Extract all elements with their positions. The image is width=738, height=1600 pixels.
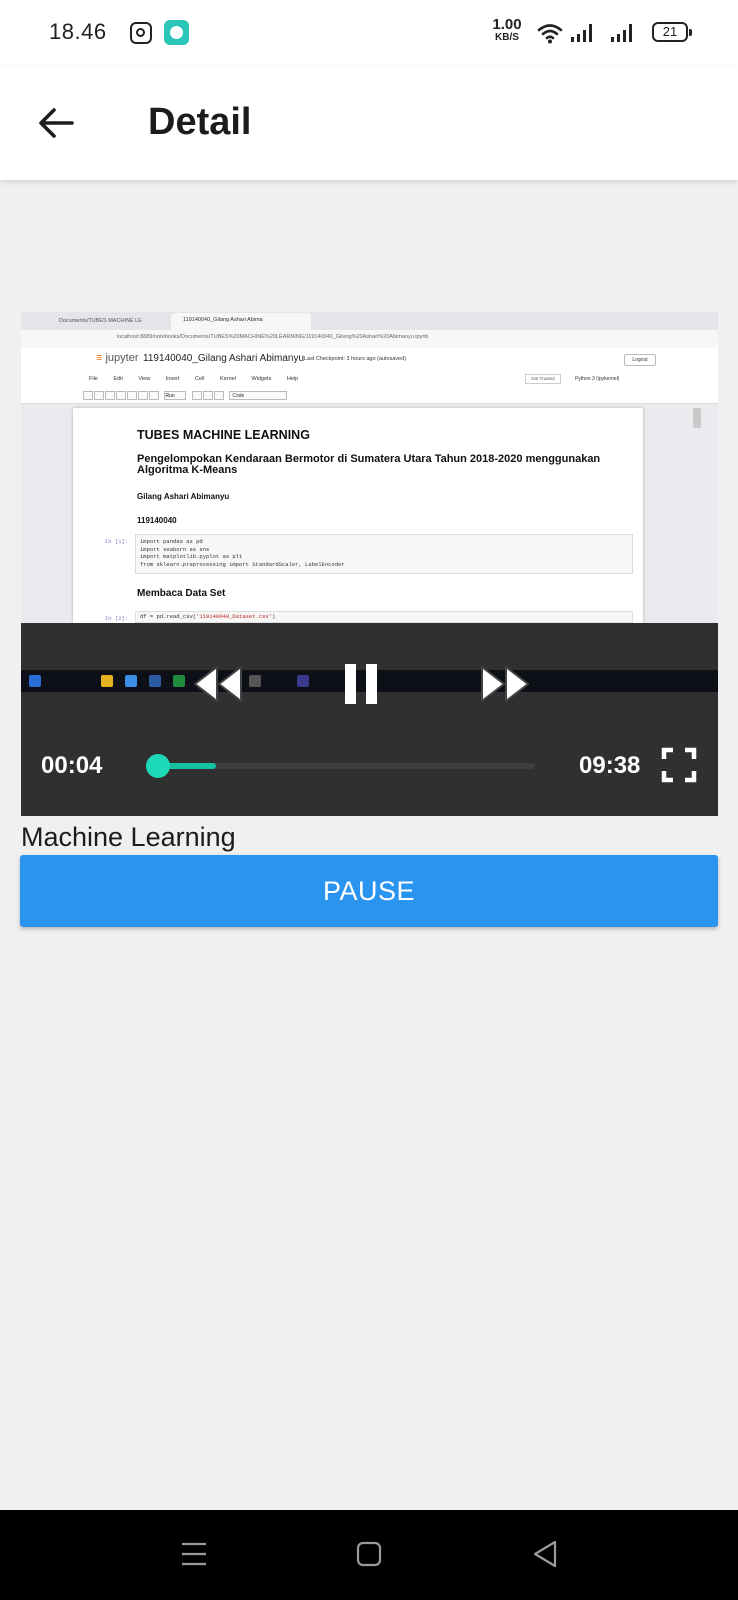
back-button[interactable]	[36, 103, 76, 143]
fast-forward-button[interactable]	[476, 663, 532, 705]
frame-section-heading: Membaca Data Set	[137, 588, 226, 599]
back-triangle-icon	[533, 1540, 557, 1568]
recents-button[interactable]	[174, 1534, 214, 1574]
frame-tab-1: Documents/TUBES MACHINE LE	[59, 318, 142, 324]
frame-cell2-prompt: In [2]:	[105, 615, 129, 622]
frame-subtitle: Pengelompokan Kendaraan Bermotor di Suma…	[137, 453, 601, 476]
frame-author: Gilang Ashari Abimanyu	[137, 492, 230, 501]
chat-app-icon	[164, 20, 189, 45]
frame-checkpoint: Last Checkpoint: 3 hours ago (autosaved)	[304, 356, 407, 362]
player-controls-overlay: 00:04 09:38	[21, 623, 718, 816]
frame-logout: Logout	[624, 354, 656, 366]
fullscreen-icon	[661, 747, 697, 783]
rewind-button[interactable]	[191, 663, 247, 705]
frame-code-cell-1: import pandas as pd import seaborn as sns…	[135, 534, 633, 574]
signal-icon-2	[611, 24, 632, 42]
menu-icon	[182, 1542, 206, 1566]
frame-notebook-name: 119140040_Gilang Ashari Abimanyu	[143, 353, 305, 364]
frame-browser-tabs: Documents/TUBES MACHINE LE 119140040_Gil…	[21, 312, 718, 330]
seek-thumb[interactable]	[145, 754, 170, 778]
frame-jupyter-header: ≡ jupyter 119140040_Gilang Ashari Abiman…	[21, 348, 718, 404]
current-time: 00:04	[41, 752, 103, 779]
video-title: Machine Learning	[21, 822, 236, 852]
duration: 09:38	[579, 752, 641, 779]
status-time: 18.46	[49, 19, 107, 44]
video-player[interactable]: Documents/TUBES MACHINE LE 119140040_Gil…	[21, 312, 718, 816]
fullscreen-button[interactable]	[661, 747, 697, 783]
home-button[interactable]	[349, 1534, 389, 1574]
wifi-icon	[537, 24, 563, 44]
app-bar: Detail	[0, 66, 738, 180]
arrow-left-icon	[39, 108, 74, 138]
seek-bar[interactable]	[145, 754, 535, 778]
status-bar: 18.46 1.00 KB/S 21	[0, 0, 738, 66]
home-icon	[356, 1541, 382, 1567]
frame-scrollbar	[693, 408, 701, 428]
pause-icon	[345, 664, 377, 704]
frame-trusted: Not Trusted	[525, 374, 561, 384]
battery-icon: 21	[652, 22, 692, 42]
system-navigation-bar	[0, 1510, 738, 1600]
frame-cell1-prompt: In [1]:	[105, 538, 129, 545]
frame-url-text: localhost:8889/notebooks/Documents/TUBES…	[117, 334, 429, 340]
pause-button[interactable]: PAUSE	[20, 855, 718, 927]
rewind-icon	[194, 666, 242, 702]
pause-control[interactable]	[341, 660, 381, 708]
fast-forward-icon	[481, 666, 529, 702]
frame-menu: File Edit View Insert Cell Kernel Widget…	[89, 376, 299, 382]
frame-url-bar: localhost:8889/notebooks/Documents/TUBES…	[21, 330, 718, 348]
jupyter-logo: ≡ jupyter	[96, 352, 139, 364]
network-speed: 1.00 KB/S	[492, 16, 522, 43]
frame-tab-2: 119140040_Gilang Ashari Abima	[171, 313, 311, 330]
frame-toolbar: Run Code	[83, 391, 353, 401]
frame-heading: TUBES MACHINE LEARNING	[137, 428, 310, 442]
page-title: Detail	[148, 101, 252, 143]
system-back-button[interactable]	[525, 1534, 565, 1574]
frame-nim: 119140040	[137, 516, 177, 525]
frame-code-cell-2: df = pd.read_csv('119140040_Dataset.csv'…	[135, 611, 633, 623]
frame-kernel: Python 3 (ipykernel)	[575, 376, 620, 382]
signal-icon	[571, 24, 592, 42]
instagram-icon	[130, 22, 152, 44]
